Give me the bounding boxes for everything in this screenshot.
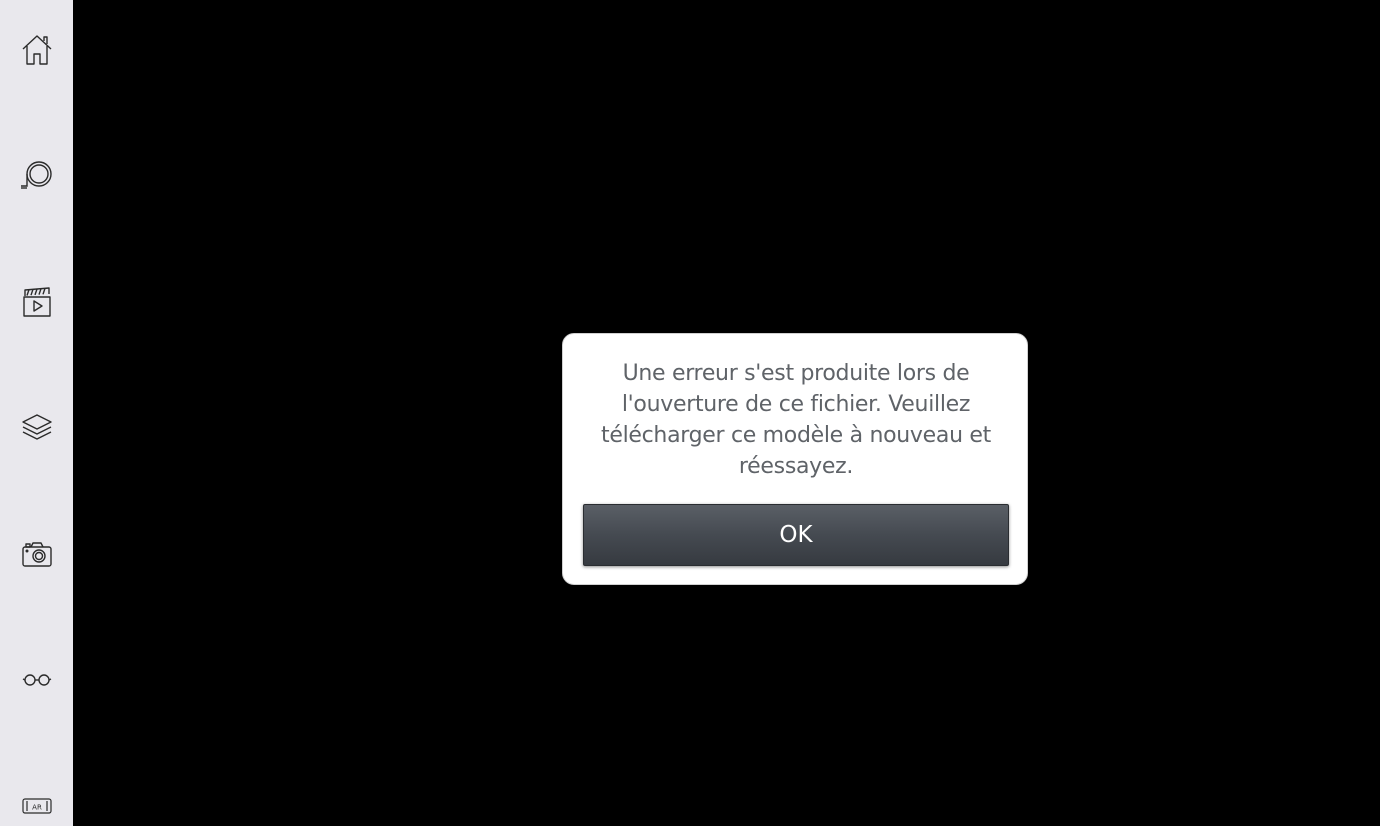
sidebar: AR xyxy=(0,0,73,826)
error-dialog: Une erreur s'est produite lors de l'ouve… xyxy=(562,333,1028,585)
sidebar-item-animations[interactable] xyxy=(0,272,73,332)
sidebar-item-view[interactable] xyxy=(0,650,73,710)
sidebar-item-layers[interactable] xyxy=(0,397,73,457)
glasses-icon xyxy=(22,672,52,688)
app-window: AR Une erreur s'est produite lors de l'o… xyxy=(0,0,1380,826)
sidebar-item-home[interactable] xyxy=(0,20,73,80)
layers-icon xyxy=(21,412,53,442)
sidebar-item-snapshot[interactable] xyxy=(0,524,73,584)
ar-label: AR xyxy=(32,804,42,812)
clapperboard-play-icon xyxy=(21,286,53,318)
tape-measure-icon xyxy=(19,159,55,193)
sidebar-item-measure[interactable] xyxy=(0,146,73,206)
sidebar-item-ar[interactable]: AR xyxy=(0,776,73,826)
error-message: Une erreur s'est produite lors de l'ouve… xyxy=(601,361,991,479)
ar-icon: AR xyxy=(21,797,52,815)
camera-icon xyxy=(21,540,53,568)
home-icon xyxy=(20,33,54,67)
ok-button[interactable]: OK xyxy=(583,504,1009,566)
